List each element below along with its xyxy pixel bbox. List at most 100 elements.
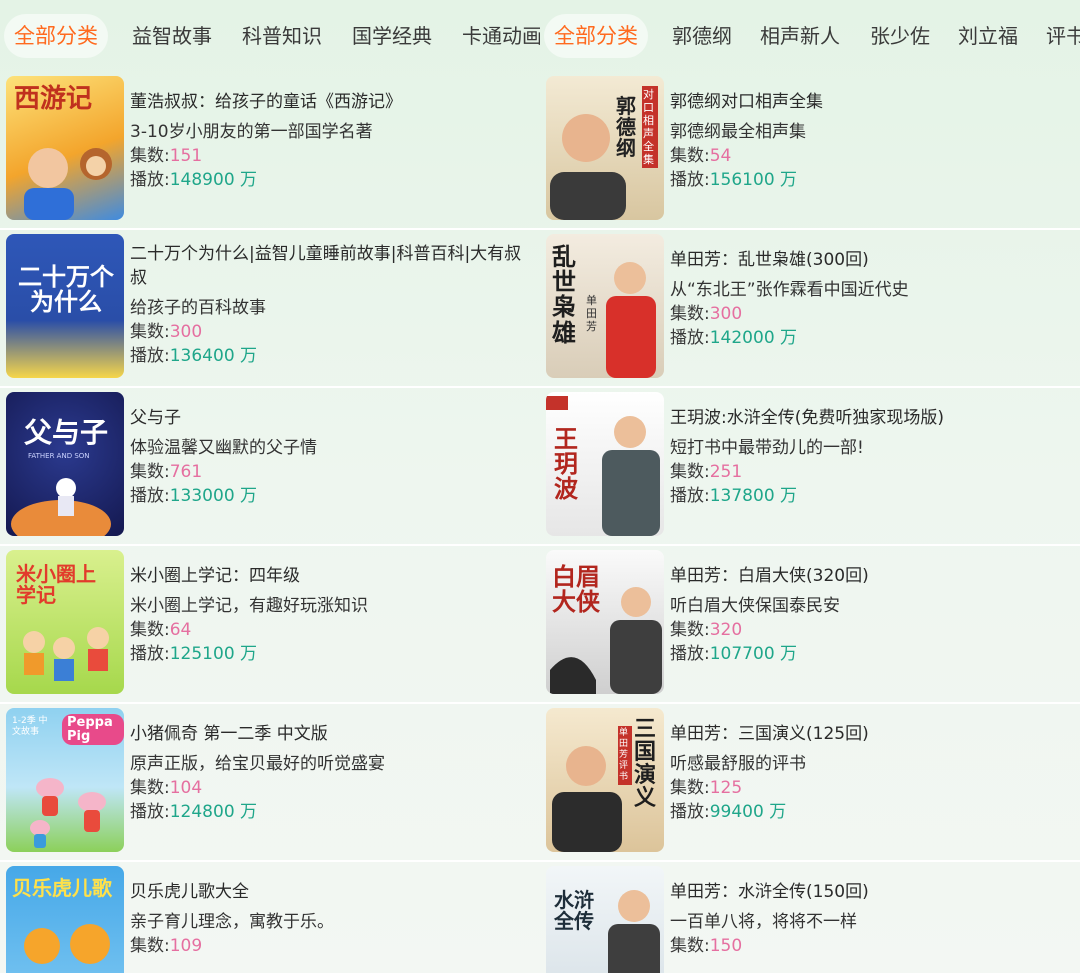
- performer-portrait: [550, 587, 662, 694]
- play-label: 播放:: [670, 170, 710, 190]
- kids-illustration: [23, 627, 109, 681]
- count-label: 集数:: [130, 778, 170, 798]
- play-label: 播放:: [670, 328, 710, 348]
- episode-count: 集数:151: [130, 144, 534, 168]
- tiger-illustration: [24, 924, 110, 964]
- item-info: 董浩叔叔：给孩子的童话《西游记》 3-10岁小朋友的第一部国学名著 集数:151…: [130, 90, 534, 192]
- item-title: 董浩叔叔：给孩子的童话《西游记》: [130, 92, 402, 112]
- play-label: 播放:: [130, 644, 170, 664]
- item-title: 单田芳：三国演义(125回): [670, 724, 869, 744]
- cover-image: 乱世枭雄 单田芳: [546, 234, 664, 378]
- list-item[interactable]: 西游记 董浩叔叔：给孩子的童话《西游记》 3-10岁小朋友的第一部国学名著 集数…: [0, 72, 540, 230]
- list-item[interactable]: 1-2季 中文故事 Peppa Pig 小猪佩奇 第一二季 中文版 原声正版，给…: [0, 704, 540, 862]
- play-count: 播放:136400 万: [130, 344, 534, 368]
- count-label: 集数:: [130, 146, 170, 166]
- tab-educational-stories[interactable]: 益智故事: [132, 14, 212, 58]
- play-label: 播放:: [130, 802, 170, 822]
- count-value: 300: [709, 304, 743, 324]
- item-info: 单田芳：三国演义(125回) 听感最舒服的评书 集数:125 播放:99400 …: [670, 722, 1074, 824]
- list-item[interactable]: 郭德纲 对口相声全集 郭德纲对口相声全集 郭德纲最全相声集 集数:54 播放:1…: [540, 72, 1080, 230]
- item-subtitle: 听感最舒服的评书: [670, 754, 806, 774]
- tab-all-categories[interactable]: 全部分类: [4, 14, 108, 58]
- left-panel: 全部分类 益智故事 科普知识 国学经典 卡通动画 西游记 董浩叔叔：给孩子的童话…: [0, 0, 540, 973]
- list-item[interactable]: 米小圈上学记 米小圈上学记：四年级 米小圈上学记，有趣好玩涨知识 集数:64 播…: [0, 546, 540, 704]
- count-label: 集数:: [670, 304, 710, 324]
- count-label: 集数:: [670, 936, 710, 956]
- tab-science[interactable]: 科普知识: [242, 14, 322, 58]
- person-illustration: [24, 148, 112, 220]
- cover-image: 二十万个为什么: [6, 234, 124, 378]
- list-item[interactable]: 水浒全传 单田芳：水浒全传(150回) 一百单八将，将将不一样 集数:150: [540, 862, 1080, 973]
- count-value: 109: [169, 936, 203, 956]
- play-value: 133000 万: [169, 486, 258, 506]
- count-value: 761: [169, 462, 203, 482]
- tab-zhang-shaozuo[interactable]: 张少佐: [870, 14, 930, 58]
- item-subtitle: 亲子育儿理念，寓教于乐。: [130, 912, 334, 932]
- item-info: 单田芳：水浒全传(150回) 一百单八将，将将不一样 集数:150: [670, 880, 1074, 958]
- item-info: 贝乐虎儿歌大全 亲子育儿理念，寓教于乐。 集数:109: [130, 880, 534, 958]
- count-value: 104: [169, 778, 203, 798]
- cover-image: 王玥波: [546, 392, 664, 536]
- list-item[interactable]: 乱世枭雄 单田芳 单田芳：乱世枭雄(300回) 从“东北王”张作霖看中国近代史 …: [540, 230, 1080, 388]
- item-title: 王玥波:水浒全传(免费听独家现场版): [670, 408, 944, 428]
- item-info: 单田芳：白眉大侠(320回) 听白眉大侠保国泰民安 集数:320 播放:1077…: [670, 564, 1074, 666]
- performer-portrait: [608, 890, 660, 973]
- play-value: 107700 万: [709, 644, 798, 664]
- performer-portrait: [546, 396, 660, 536]
- item-subtitle: 体验温馨又幽默的父子情: [130, 438, 317, 458]
- tab-cartoons[interactable]: 卡通动画: [462, 14, 540, 58]
- count-value: 320: [709, 620, 743, 640]
- list-item[interactable]: 白眉大侠 单田芳：白眉大侠(320回) 听白眉大侠保国泰民安 集数:320 播放…: [540, 546, 1080, 704]
- count-value: 251: [709, 462, 743, 482]
- item-title: 二十万个为什么|益智儿童睡前故事|科普百科|大有叔叔: [130, 244, 522, 288]
- tab-new-comedians[interactable]: 相声新人: [760, 14, 840, 58]
- item-title: 单田芳：乱世枭雄(300回): [670, 250, 869, 270]
- episode-count: 集数:109: [130, 934, 534, 958]
- episode-count: 集数:761: [130, 460, 534, 484]
- list-item[interactable]: 王玥波 王玥波:水浒全传(免费听独家现场版) 短打书中最带劲儿的一部! 集数:2…: [540, 388, 1080, 546]
- performer-portrait: [550, 114, 626, 220]
- item-info: 王玥波:水浒全传(免费听独家现场版) 短打书中最带劲儿的一部! 集数:251 播…: [670, 406, 1074, 508]
- item-subtitle: 短打书中最带劲儿的一部!: [670, 438, 864, 458]
- count-label: 集数:: [130, 462, 170, 482]
- play-value: 99400 万: [709, 802, 787, 822]
- item-info: 二十万个为什么|益智儿童睡前故事|科普百科|大有叔叔 给孩子的百科故事 集数:3…: [130, 242, 534, 368]
- category-tabs: 全部分类 益智故事 科普知识 国学经典 卡通动画: [0, 0, 540, 70]
- list-item[interactable]: 贝乐虎儿歌 贝乐虎儿歌大全 亲子育儿理念，寓教于乐。 集数:109: [0, 862, 540, 973]
- count-label: 集数:: [670, 462, 710, 482]
- play-label: 播放:: [130, 170, 170, 190]
- count-label: 集数:: [130, 936, 170, 956]
- tab-guo-degang[interactable]: 郭德纲: [672, 14, 732, 58]
- item-subtitle: 给孩子的百科故事: [130, 298, 266, 318]
- pig-illustration: [30, 778, 106, 848]
- item-title: 小猪佩奇 第一二季 中文版: [130, 724, 328, 744]
- item-title: 贝乐虎儿歌大全: [130, 882, 249, 902]
- cover-image: 水浒全传: [546, 866, 664, 973]
- category-tabs: 全部分类 郭德纲 相声新人 张少佐 刘立福 评书: [540, 0, 1080, 70]
- play-value: 124800 万: [169, 802, 258, 822]
- play-label: 播放:: [130, 486, 170, 506]
- tab-classics[interactable]: 国学经典: [352, 14, 432, 58]
- item-title: 单田芳：水浒全传(150回): [670, 882, 869, 902]
- tab-all-categories[interactable]: 全部分类: [544, 14, 648, 58]
- play-count: 播放:133000 万: [130, 484, 534, 508]
- item-title: 米小圈上学记：四年级: [130, 566, 300, 586]
- play-value: 125100 万: [169, 644, 258, 664]
- play-value: 136400 万: [169, 346, 258, 366]
- episode-count: 集数:64: [130, 618, 534, 642]
- count-value: 125: [709, 778, 743, 798]
- count-label: 集数:: [670, 146, 710, 166]
- list-item[interactable]: 父与子 FATHER AND SON 父与子 体验温馨又幽默的父子情 集数:76…: [0, 388, 540, 546]
- item-info: 单田芳：乱世枭雄(300回) 从“东北王”张作霖看中国近代史 集数:300 播放…: [670, 248, 1074, 350]
- item-subtitle: 原声正版，给宝贝最好的听觉盛宴: [130, 754, 385, 774]
- cover-image: 西游记: [6, 76, 124, 220]
- right-panel: 全部分类 郭德纲 相声新人 张少佐 刘立福 评书 郭德纲 对口相声全集 郭德纲对…: [540, 0, 1080, 973]
- tab-storytelling[interactable]: 评书: [1046, 14, 1080, 58]
- list-item[interactable]: 三国演义 单田芳评书 单田芳：三国演义(125回) 听感最舒服的评书 集数:12…: [540, 704, 1080, 862]
- list-item[interactable]: 二十万个为什么 二十万个为什么|益智儿童睡前故事|科普百科|大有叔叔 给孩子的百…: [0, 230, 540, 388]
- tab-liu-lifu[interactable]: 刘立福: [958, 14, 1018, 58]
- episode-count: 集数:150: [670, 934, 1074, 958]
- item-subtitle: 米小圈上学记，有趣好玩涨知识: [130, 596, 368, 616]
- episode-count: 集数:104: [130, 776, 534, 800]
- item-subtitle: 郭德纲最全相声集: [670, 122, 806, 142]
